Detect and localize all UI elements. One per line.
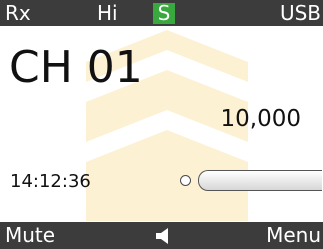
menu-softkey[interactable]: Menu (266, 222, 321, 249)
signal-level-bar (198, 170, 322, 191)
mute-softkey[interactable]: Mute (5, 222, 55, 249)
channel-label: CH 01 (9, 42, 143, 93)
speaker-icon[interactable] (154, 227, 174, 245)
signal-indicator-icon (180, 175, 191, 186)
frequency-readout: 10,000 (220, 106, 301, 132)
power-level-indicator: Hi (97, 1, 118, 25)
status-bar: Rx Hi S USB (0, 0, 323, 26)
clock-readout: 14:12:36 (10, 171, 91, 192)
radio-display: Rx Hi S USB CH 01 10,000 14:12:36 Mute M… (0, 0, 323, 249)
mode-indicator: USB (279, 1, 321, 25)
softkey-bar: Mute Menu (0, 222, 323, 249)
rx-indicator: Rx (5, 1, 31, 25)
scan-badge: S (153, 3, 175, 24)
